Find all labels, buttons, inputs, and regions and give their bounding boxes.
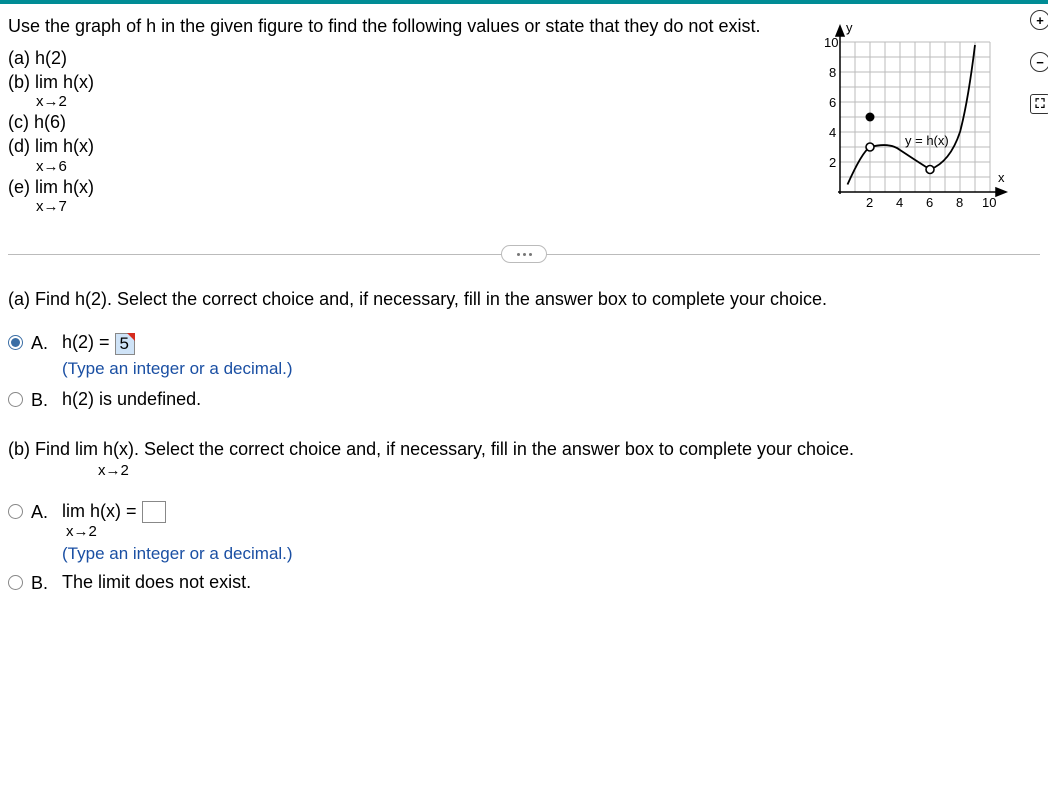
ellipsis-icon[interactable] (501, 245, 547, 263)
section-b-optA-sub: x→2 (66, 523, 293, 540)
section-b-prompt-text: (b) Find lim h(x). Select the correct ch… (8, 439, 854, 459)
section-a-radio-a[interactable] (8, 335, 23, 350)
choice-letter: A. (31, 333, 48, 354)
choice-letter: B. (31, 573, 48, 594)
curve-label: y = h(x) (905, 133, 949, 148)
section-b-prompt-sub: x→2 (98, 460, 1040, 481)
section-a-hint: (Type an integer or a decimal.) (62, 359, 293, 379)
section-b-optB-text: The limit does not exist. (62, 572, 251, 592)
zoom-in-icon[interactable]: + (1030, 10, 1048, 30)
x-axis-label: x (998, 170, 1005, 185)
section-a-answer-input[interactable]: 5 (115, 333, 135, 355)
section-divider[interactable] (8, 243, 1040, 265)
svg-text:10: 10 (824, 35, 838, 50)
svg-text:6: 6 (829, 95, 836, 110)
section-b-prompt: (b) Find lim h(x). Select the correct ch… (8, 437, 1040, 481)
expand-icon[interactable]: ⛶ (1030, 94, 1048, 114)
svg-text:10: 10 (982, 195, 996, 210)
choice-letter: B. (31, 390, 48, 411)
section-a-prompt: (a) Find h(2). Select the correct choice… (8, 287, 1040, 312)
svg-text:8: 8 (956, 195, 963, 210)
section-b-hint: (Type an integer or a decimal.) (62, 544, 293, 564)
section-a-radio-b[interactable] (8, 392, 23, 407)
section-a-optB-text: h(2) is undefined. (62, 389, 201, 409)
graph-figure: y x y = h(x) 10 8 6 4 2 2 4 6 8 10 (810, 12, 1010, 212)
svg-text:4: 4 (896, 195, 903, 210)
svg-text:6: 6 (926, 195, 933, 210)
svg-text:2: 2 (829, 155, 836, 170)
section-b-optA-prefix: lim h(x) = (62, 501, 142, 521)
zoom-out-icon[interactable]: − (1030, 52, 1048, 72)
section-b-radio-b[interactable] (8, 575, 23, 590)
section-b-radio-a[interactable] (8, 504, 23, 519)
section-a-optA-prefix: h(2) = (62, 332, 115, 352)
svg-text:2: 2 (866, 195, 873, 210)
y-axis-label: y (846, 20, 853, 35)
svg-text:4: 4 (829, 125, 836, 140)
choice-letter: A. (31, 502, 48, 523)
question-intro: Use the graph of h in the given figure t… (8, 14, 808, 38)
svg-text:8: 8 (829, 65, 836, 80)
section-b-answer-input[interactable] (142, 501, 166, 523)
